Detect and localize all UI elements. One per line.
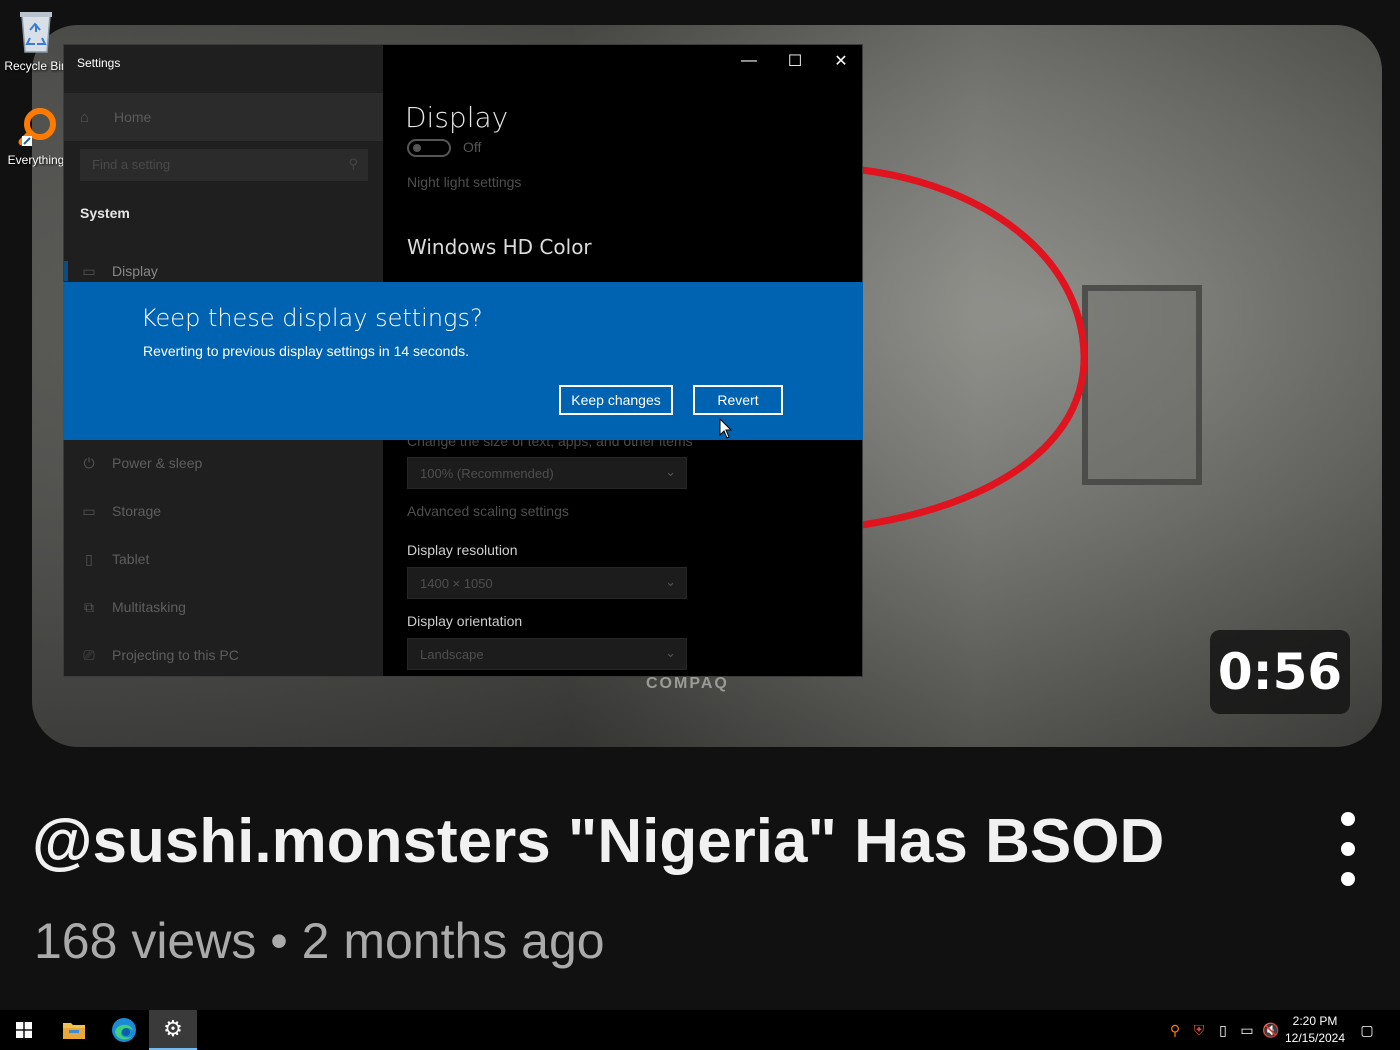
- usb-tray-icon[interactable]: ▯: [1214, 1021, 1232, 1039]
- windows-logo-icon: [16, 1022, 32, 1038]
- keep-changes-button[interactable]: Keep changes: [559, 385, 673, 415]
- chevron-down-icon: ⌄: [665, 645, 676, 660]
- recycle-bin-label: Recycle Bin: [4, 59, 68, 73]
- more-options-icon[interactable]: [1328, 812, 1368, 886]
- power-icon: ⏻: [83, 454, 95, 471]
- sidebar-item-label: Tablet: [112, 551, 150, 567]
- thumbnail-pc-case: [1082, 285, 1202, 485]
- desktop-icon-everything[interactable]: Everything: [4, 106, 68, 167]
- scale-dropdown[interactable]: 100% (Recommended) ⌄: [407, 457, 687, 489]
- recycle-bin-icon: [20, 12, 52, 53]
- orientation-dropdown[interactable]: Landscape ⌄: [407, 638, 687, 670]
- settings-search-input[interactable]: Find a setting ⚲: [80, 149, 368, 181]
- orientation-value: Landscape: [420, 647, 484, 662]
- chevron-down-icon: ⌄: [665, 574, 676, 589]
- resolution-label: Display resolution: [407, 542, 518, 558]
- video-duration-badge: 0:56: [1210, 630, 1350, 714]
- taskbar-edge[interactable]: [100, 1010, 148, 1050]
- sidebar-item-label: Storage: [112, 503, 162, 519]
- search-placeholder: Find a setting: [92, 157, 171, 172]
- home-icon: ⌂: [80, 108, 90, 126]
- everything-tray-icon[interactable]: ⚲: [1166, 1021, 1184, 1039]
- chevron-down-icon: ⌄: [665, 464, 676, 479]
- window-title: Settings: [77, 56, 121, 70]
- hd-color-heading: Windows HD Color: [407, 235, 592, 259]
- action-center-icon[interactable]: ▢: [1358, 1021, 1376, 1039]
- dialog-countdown-text: Reverting to previous display settings i…: [143, 343, 470, 359]
- night-light-state: Off: [463, 139, 482, 155]
- storage-icon: ▭: [82, 502, 96, 519]
- sidebar-section-system: System: [80, 205, 130, 221]
- clock-time: 2:20 PM: [1292, 1014, 1338, 1028]
- sidebar-item-power-sleep[interactable]: ⏻ Power & sleep: [64, 441, 383, 485]
- advanced-scaling-link[interactable]: Advanced scaling settings: [407, 503, 569, 519]
- sidebar-item-label: Power & sleep: [112, 455, 203, 471]
- network-tray-icon[interactable]: ▭: [1238, 1021, 1256, 1039]
- desktop-icon-recycle-bin[interactable]: Recycle Bin: [4, 8, 68, 73]
- resolution-dropdown[interactable]: 1400 × 1050 ⌄: [407, 567, 687, 599]
- sidebar-item-storage[interactable]: ▭ Storage: [64, 489, 383, 533]
- page-title: Display: [405, 101, 509, 134]
- search-icon: ⚲: [348, 156, 358, 171]
- night-light-settings-link[interactable]: Night light settings: [407, 174, 521, 190]
- sidebar-item-projecting[interactable]: ⎚ Projecting to this PC: [64, 633, 383, 676]
- dialog-title: Keep these display settings?: [141, 304, 483, 332]
- sidebar-item-label: Projecting to this PC: [112, 647, 239, 663]
- night-light-toggle[interactable]: [407, 139, 451, 157]
- security-tray-icon[interactable]: ⛨: [1190, 1021, 1208, 1039]
- resolution-value: 1400 × 1050: [420, 576, 493, 591]
- clock-date: 12/15/2024: [1284, 1031, 1346, 1045]
- mouse-cursor-icon: [719, 418, 733, 439]
- sidebar-item-label: Multitasking: [112, 599, 186, 615]
- sidebar-item-tablet[interactable]: ▯ Tablet: [64, 537, 383, 581]
- monitor-brand-text: COMPAQ: [646, 675, 729, 692]
- sidebar-item-multitasking[interactable]: ⧉ Multitasking: [64, 585, 383, 629]
- keep-display-settings-dialog: Keep these display settings? Reverting t…: [63, 282, 863, 440]
- start-button[interactable]: [0, 1010, 48, 1050]
- monitor-icon: ▭: [82, 262, 96, 279]
- everything-label: Everything: [7, 153, 65, 167]
- tablet-icon: ▯: [85, 550, 93, 567]
- taskbar-clock[interactable]: 2:20 PM 12/15/2024: [1280, 1013, 1350, 1047]
- folder-icon: [63, 1023, 85, 1039]
- taskbar-file-explorer[interactable]: [50, 1010, 98, 1050]
- taskbar-settings[interactable]: ⚙: [149, 1010, 197, 1050]
- orientation-label: Display orientation: [407, 613, 523, 629]
- multitasking-icon: ⧉: [84, 598, 94, 615]
- edge-browser-icon: [112, 1018, 136, 1042]
- gear-icon: ⚙: [163, 1016, 183, 1041]
- projecting-icon: ⎚: [83, 646, 95, 663]
- sidebar-item-home[interactable]: ⌂ Home: [64, 93, 383, 141]
- home-label: Home: [114, 109, 152, 125]
- revert-button[interactable]: Revert: [693, 385, 783, 415]
- taskbar: ⚙ ⚲ ⛨ ▯ ▭ 🔇 2:20 PM 12/15/2024 ▢: [0, 1010, 1400, 1050]
- sidebar-item-label: Display: [112, 263, 158, 279]
- video-meta: 168 views • 2 months ago: [34, 913, 605, 969]
- video-title[interactable]: @sushi.monsters "Nigeria" Has BSOD: [32, 806, 1164, 877]
- volume-muted-icon[interactable]: 🔇: [1262, 1021, 1280, 1039]
- everything-search-icon: [18, 108, 56, 146]
- scale-value: 100% (Recommended): [420, 466, 554, 481]
